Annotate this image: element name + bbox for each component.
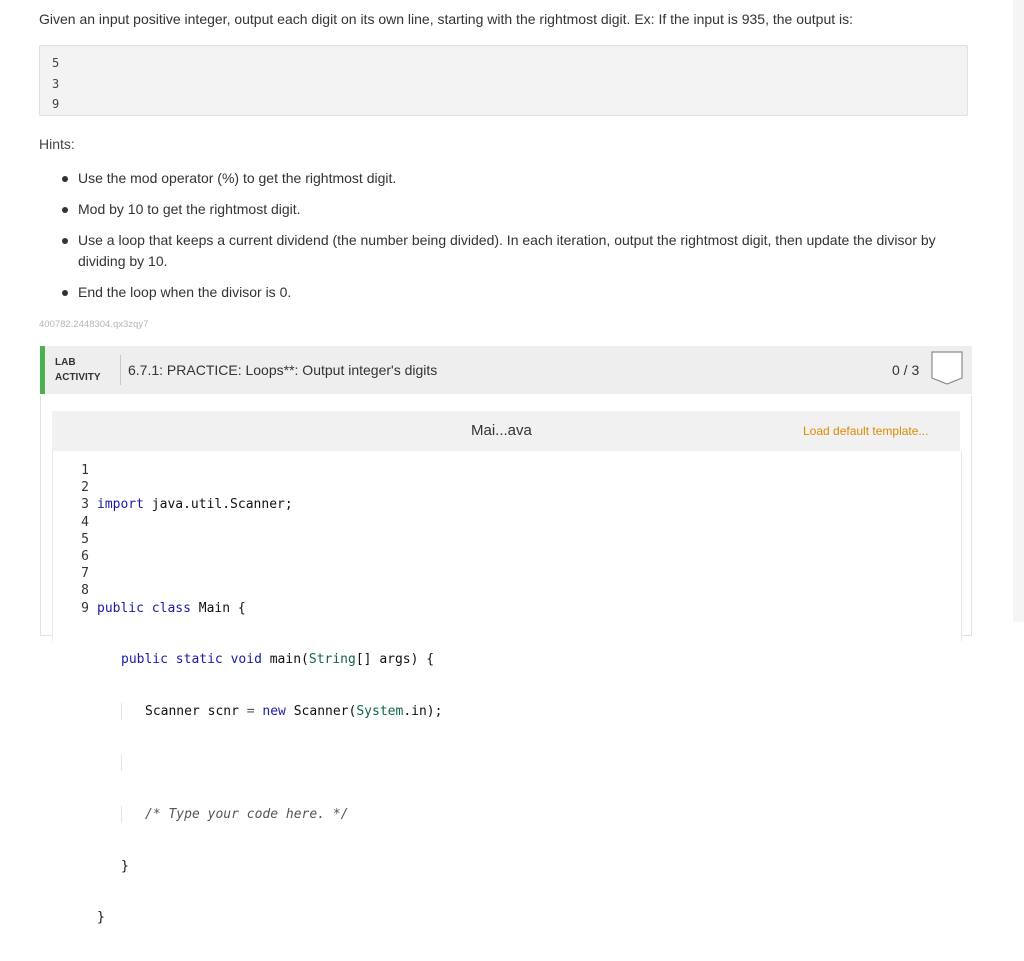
line-number: 1 bbox=[81, 463, 89, 478]
code-text: Scanner scnr bbox=[145, 703, 247, 719]
code-line: import java.util.Scanner; bbox=[97, 496, 442, 513]
type-name: System bbox=[356, 703, 404, 719]
code-content[interactable]: import java.util.Scanner; public class M… bbox=[97, 462, 442, 961]
hint-item: Mod by 10 to get the rightmost digit. bbox=[62, 199, 962, 220]
hints-label: Hints: bbox=[39, 136, 75, 152]
code-text: main( bbox=[261, 652, 309, 668]
line-number: 3 bbox=[81, 497, 89, 513]
lab-activity-label: LAB ACTIVITY bbox=[55, 355, 101, 385]
code-editor[interactable]: 1 2 3 4 5 6 7 8 9 import java.util.Scann… bbox=[52, 451, 962, 925]
code-line: } bbox=[97, 858, 442, 875]
keyword: public bbox=[97, 600, 144, 616]
prompt-text: Given an input positive integer, output … bbox=[39, 11, 854, 27]
code-line: public class Main { bbox=[97, 600, 442, 617]
code-text: [] args) { bbox=[355, 652, 435, 668]
code-text: Scanner( bbox=[285, 703, 357, 719]
line-number-gutter: 1 2 3 4 5 6 7 8 9 bbox=[67, 462, 89, 617]
line-number: 7 bbox=[81, 566, 89, 582]
keyword: class bbox=[151, 600, 191, 616]
editor-toolbar: Mai...ava Load default template... bbox=[52, 411, 960, 451]
code-line: Scanner scnr = new Scanner(System.in); bbox=[97, 702, 443, 720]
sample-output: 5 3 9 bbox=[39, 45, 968, 116]
code-editor-panel: Mai...ava Load default template... 1 2 3… bbox=[40, 396, 972, 925]
code-text: Main { bbox=[190, 600, 246, 616]
code-text: } bbox=[97, 910, 105, 926]
code-text: .in); bbox=[403, 703, 443, 719]
keyword: public bbox=[121, 652, 168, 668]
keyword: void bbox=[230, 652, 262, 668]
keyword: new bbox=[262, 703, 286, 719]
line-number: 2 bbox=[81, 480, 89, 496]
sample-line: 9 bbox=[52, 97, 60, 111]
code-text: java.util.Scanner; bbox=[143, 497, 293, 513]
line-number: 6 bbox=[81, 549, 89, 565]
line-number: 4 bbox=[81, 514, 89, 530]
sample-line: 3 bbox=[52, 76, 60, 91]
line-number: 5 bbox=[81, 531, 89, 547]
code-text: } bbox=[121, 858, 129, 874]
code-line: } bbox=[97, 909, 442, 926]
lab-divider bbox=[120, 355, 121, 385]
hint-item: Use a loop that keeps a current dividend… bbox=[62, 230, 962, 271]
keyword: import bbox=[97, 497, 144, 513]
operator: = bbox=[246, 703, 255, 719]
lab-activity-header: LAB ACTIVITY 6.7.1: PRACTICE: Loops**: O… bbox=[40, 346, 972, 394]
lab-title: 6.7.1: PRACTICE: Loops**: Output integer… bbox=[128, 362, 438, 378]
hint-item: Use the mod operator (%) to get the righ… bbox=[62, 168, 962, 189]
hints-list: Use the mod operator (%) to get the righ… bbox=[62, 168, 962, 313]
completion-badge-icon bbox=[931, 351, 963, 385]
keyword: static bbox=[175, 652, 223, 668]
lab-label-line2: ACTIVITY bbox=[55, 372, 101, 383]
line-number: 8 bbox=[81, 583, 89, 599]
load-default-template-link[interactable]: Load default template... bbox=[803, 424, 928, 438]
lab-label-line1: LAB bbox=[55, 357, 76, 368]
sample-line: 5 bbox=[52, 56, 60, 70]
lab-score: 0 / 3 bbox=[892, 362, 920, 378]
type-name: String bbox=[308, 652, 356, 668]
code-comment: /* Type your code here. */ bbox=[145, 806, 349, 822]
code-line: public static void main(String[] args) { bbox=[97, 651, 442, 668]
page-scroll-edge bbox=[1013, 0, 1024, 622]
code-line: /* Type your code here. */ bbox=[97, 805, 442, 823]
problem-id: 400782.2448304.qx3zqy7 bbox=[39, 319, 149, 330]
line-number: 9 bbox=[81, 600, 89, 616]
code-line bbox=[97, 754, 442, 772]
file-name-tab[interactable]: Mai...ava bbox=[471, 422, 532, 439]
hint-item: End the loop when the divisor is 0. bbox=[62, 282, 962, 303]
